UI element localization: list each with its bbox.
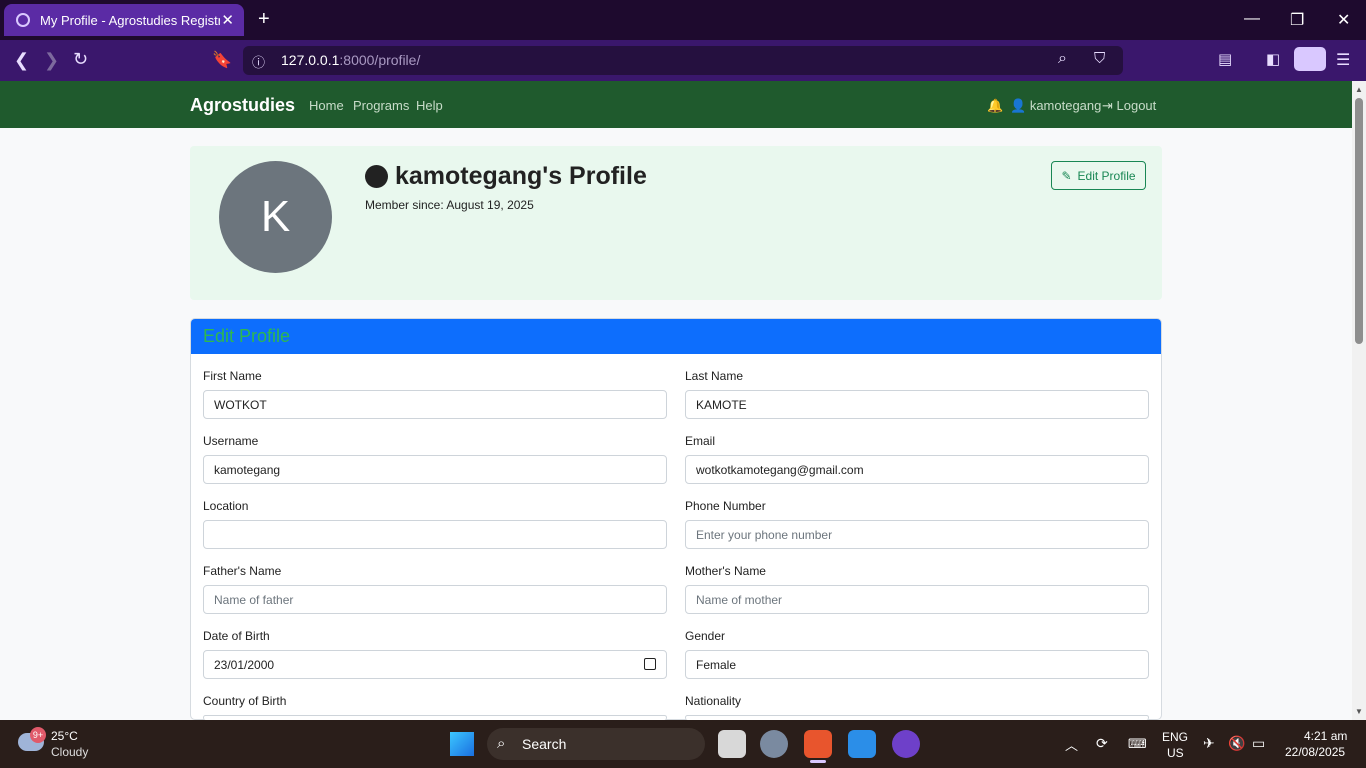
keyboard-icon[interactable]: ⌨ [1128,736,1147,752]
forward-icon[interactable]: ❯ [44,50,59,71]
phone-field[interactable]: Enter your phone number [685,520,1149,549]
profile-title: kamotegang's Profile [395,162,647,190]
edit-profile-header [191,319,1161,354]
brave-shield-icon[interactable]: ⛉ [1094,50,1105,67]
url-text: 127.0.0.1:8000/profile/ [281,52,421,68]
browser-tab[interactable]: My Profile - Agrostudies Registra ✕ [4,4,244,36]
active-app-indicator [810,760,826,763]
scroll-down-icon[interactable]: ▼ [1355,707,1363,716]
location-label: Location [203,499,249,513]
email-field[interactable]: wotkotkamotegang@gmail.com [685,455,1149,484]
brave-browser-icon[interactable] [804,730,832,758]
country-of-birth-label: Country of Birth [203,694,287,708]
bell-icon[interactable]: 🔔 [987,98,1003,114]
search-icon: ⌕ [497,735,506,752]
sidebar-icon[interactable]: ◧ [1266,50,1280,68]
temperature: 25°C [51,729,78,743]
father-name-label: Father's Name [203,564,282,578]
site-info-icon[interactable]: ⓘ [252,52,265,71]
chevron-up-icon[interactable]: ︿ [1065,735,1078,754]
vscode-icon[interactable] [848,730,876,758]
github-desktop-icon[interactable] [892,730,920,758]
search-label: Search [522,736,567,752]
nationality-label: Nationality [685,694,742,708]
edit-profile-title: Edit Profile [203,326,291,346]
weather-condition: Cloudy [51,745,89,759]
language-primary[interactable]: ENG [1162,730,1188,744]
last-name-label: Last Name [685,369,744,383]
mother-name-label: Mother's Name [685,564,766,578]
father-name-field[interactable]: Name of father [203,585,667,614]
edit-icon: ✎ [1061,168,1072,183]
minimize-icon[interactable]: — [1244,10,1260,28]
calendar-icon[interactable] [644,658,656,670]
username-field[interactable]: kamotegang [203,455,667,484]
brand-logo[interactable]: Agrostudies [190,95,295,116]
dob-label: Date of Birth [203,629,270,643]
last-name-field[interactable]: KAMOTE [685,390,1149,419]
first-name-field[interactable]: WOTKOT [203,390,667,419]
page-title: kamotegang's Profile [365,162,647,191]
clock-date[interactable]: 22/08/2025 [1285,745,1345,759]
tab-close-icon[interactable]: ✕ [221,11,234,29]
battery-icon[interactable]: ▭ [1252,735,1265,752]
username-label: Username [203,434,259,448]
new-tab-icon[interactable]: + [258,9,270,29]
profile-header-card [190,146,1162,300]
nav-programs[interactable]: Programs [353,98,409,113]
logout-link[interactable]: ⇥ Logout [1102,98,1156,114]
location-field[interactable] [203,520,667,549]
bookmark-icon[interactable]: 🔖 [212,50,232,70]
clock-time[interactable]: 4:21 am [1304,729,1347,743]
gender-select[interactable]: Female [685,650,1149,679]
mother-name-field[interactable]: Name of mother [685,585,1149,614]
taskbar-search[interactable] [487,728,705,760]
nav-home[interactable]: Home [309,98,344,113]
restore-icon[interactable]: ❐ [1290,10,1304,30]
first-name-label: First Name [203,369,262,383]
airplane-icon[interactable]: ✈ [1203,735,1215,752]
phone-label: Phone Number [685,499,766,513]
sync-icon[interactable]: ⟳ [1096,735,1108,752]
menu-icon[interactable]: ☰ [1336,50,1350,70]
member-since: Member since: August 19, 2025 [365,198,534,212]
settings-icon[interactable] [760,730,788,758]
wallet-icon[interactable] [1294,47,1326,71]
scrollbar-thumb[interactable] [1355,98,1363,344]
email-label: Email [685,434,716,448]
user-menu[interactable]: 👤 kamotegang [1010,98,1101,114]
reader-icon[interactable]: ▤ [1218,50,1232,68]
task-view-icon[interactable] [718,730,746,758]
scroll-up-icon[interactable]: ▲ [1355,85,1363,94]
nav-help[interactable]: Help [416,98,443,113]
dob-field[interactable]: 23/01/2000 [203,650,667,679]
tab-title: My Profile - Agrostudies Registra [40,12,220,28]
user-circle-icon [365,165,388,188]
gender-label: Gender [685,629,726,643]
dob-value: 23/01/2000 [214,657,275,672]
windows-start-icon[interactable] [450,732,474,756]
zoom-icon[interactable]: ⌕ [1058,50,1067,68]
nav-username: kamotegang [1029,98,1102,113]
globe-icon [16,13,30,27]
volume-muted-icon[interactable]: 🔇 [1228,735,1245,752]
avatar: K [219,161,332,273]
weather-badge: 9+ [30,727,46,743]
language-region[interactable]: US [1167,746,1184,760]
logout-label: Logout [1116,98,1157,113]
window-close-icon[interactable]: ✕ [1337,10,1350,30]
reload-icon[interactable]: ↻ [73,49,88,70]
edit-profile-button[interactable]: ✎ Edit Profile [1051,161,1146,190]
back-icon[interactable]: ❮ [14,50,29,71]
